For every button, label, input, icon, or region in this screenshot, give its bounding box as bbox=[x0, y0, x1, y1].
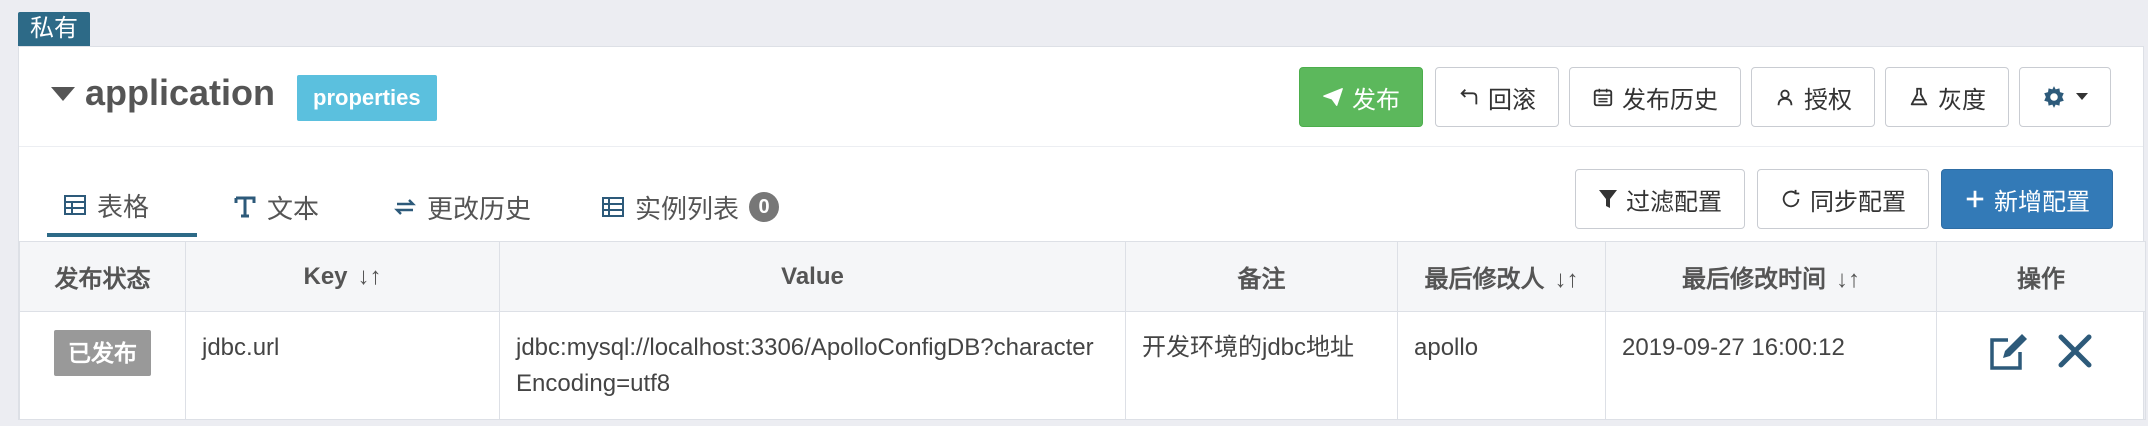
config-table: 发布状态 Key ↓↑ Value 备注 最后修改人 ↓↑ 最后修改时间 ↓↑ 操作 … bbox=[19, 241, 2146, 420]
header-comment: 备注 bbox=[1125, 241, 1398, 312]
filter-config-button[interactable]: 过滤配置 bbox=[1575, 169, 1745, 229]
filter-icon bbox=[1599, 190, 1617, 208]
add-config-label: 新增配置 bbox=[1994, 188, 2090, 216]
header-modified-time[interactable]: 最后修改时间 ↓↑ bbox=[1605, 241, 1937, 312]
plus-icon bbox=[1966, 190, 1984, 208]
authorize-label: 授权 bbox=[1804, 86, 1852, 114]
table-row: 已发布 jdbc.url jdbc:mysql://localhost:3306… bbox=[19, 311, 2146, 420]
namespace-header: application properties 发布 回滚 发布历史 授权 灰度 bbox=[19, 47, 2143, 147]
tab-instances[interactable]: 实例列表 0 bbox=[585, 177, 805, 237]
header-operations: 操作 bbox=[1936, 241, 2146, 312]
modified-time-cell: 2019-09-27 16:00:12 bbox=[1605, 311, 1937, 420]
header-operations-label: 操作 bbox=[2017, 266, 2065, 293]
private-scope-badge: 私有 bbox=[18, 12, 90, 46]
sort-icon[interactable]: ↓↑ bbox=[1555, 266, 1579, 294]
paper-plane-icon bbox=[1323, 88, 1343, 106]
header-value-label: Value bbox=[781, 262, 844, 290]
edit-icon[interactable] bbox=[1988, 330, 2030, 383]
settings-dropdown-button[interactable] bbox=[2019, 67, 2111, 127]
operations-cell bbox=[1936, 311, 2146, 420]
status-cell: 已发布 bbox=[19, 311, 186, 420]
header-value: Value bbox=[499, 241, 1126, 312]
modifier-cell: apollo bbox=[1397, 311, 1606, 420]
sort-icon[interactable]: ↓↑ bbox=[1836, 266, 1860, 294]
tab-change-history-label: 更改历史 bbox=[427, 193, 532, 224]
sort-icon[interactable]: ↓↑ bbox=[358, 263, 382, 291]
gear-icon bbox=[2044, 86, 2064, 108]
publish-button[interactable]: 发布 bbox=[1299, 67, 1423, 127]
header-key-label: Key bbox=[303, 262, 348, 290]
tab-change-history[interactable]: 更改历史 bbox=[377, 177, 557, 237]
table-header-row: 发布状态 Key ↓↑ Value 备注 最后修改人 ↓↑ 最后修改时间 ↓↑ 操作 bbox=[19, 241, 2146, 312]
header-modifier[interactable]: 最后修改人 ↓↑ bbox=[1397, 241, 1606, 312]
filter-config-label: 过滤配置 bbox=[1626, 188, 1722, 216]
value-cell: jdbc:mysql://localhost:3306/ApolloConfig… bbox=[499, 311, 1126, 420]
flask-icon bbox=[1910, 87, 1928, 106]
tab-instances-label: 实例列表 bbox=[635, 193, 740, 224]
namespace-panel: application properties 发布 回滚 发布历史 授权 灰度 bbox=[18, 46, 2146, 420]
header-modified-time-label: 最后修改时间 bbox=[1682, 266, 1826, 293]
gray-release-label: 灰度 bbox=[1938, 86, 1986, 114]
instances-icon bbox=[602, 197, 624, 217]
sync-config-button[interactable]: 同步配置 bbox=[1757, 169, 1929, 229]
chevron-down-icon bbox=[2076, 93, 2088, 100]
namespace-format-badge: properties bbox=[297, 75, 437, 121]
collapse-caret-icon[interactable] bbox=[51, 87, 75, 101]
authorize-button[interactable]: 授权 bbox=[1751, 67, 1875, 127]
publish-history-label: 发布历史 bbox=[1622, 86, 1718, 114]
header-status-label: 发布状态 bbox=[54, 266, 151, 293]
comment-cell: 开发环境的jdbc地址 bbox=[1125, 311, 1398, 420]
publish-history-button[interactable]: 发布历史 bbox=[1569, 67, 1741, 127]
header-modifier-label: 最后修改人 bbox=[1424, 266, 1545, 293]
sync-config-label: 同步配置 bbox=[1810, 188, 1906, 216]
rollback-icon bbox=[1460, 89, 1478, 105]
text-icon bbox=[234, 196, 256, 218]
key-cell: jdbc.url bbox=[185, 311, 500, 420]
user-icon bbox=[1777, 89, 1793, 106]
refresh-icon bbox=[1782, 189, 1800, 208]
published-status-badge: 已发布 bbox=[54, 330, 151, 376]
calendar-icon bbox=[1593, 88, 1613, 107]
rollback-button[interactable]: 回滚 bbox=[1435, 67, 1559, 127]
tab-text[interactable]: 文本 bbox=[217, 177, 337, 237]
gray-release-button[interactable]: 灰度 bbox=[1885, 67, 2009, 127]
tab-text-label: 文本 bbox=[267, 193, 320, 224]
namespace-name: application bbox=[85, 72, 276, 113]
publish-label: 发布 bbox=[1352, 86, 1400, 114]
header-comment-label: 备注 bbox=[1237, 266, 1286, 293]
instances-count-badge: 0 bbox=[749, 192, 780, 222]
table-icon bbox=[64, 195, 86, 215]
change-history-icon bbox=[394, 199, 416, 215]
delete-icon[interactable] bbox=[2056, 332, 2094, 381]
header-status: 发布状态 bbox=[19, 241, 186, 312]
header-key[interactable]: Key ↓↑ bbox=[185, 241, 500, 312]
rollback-label: 回滚 bbox=[1488, 86, 1536, 114]
tab-table-label: 表格 bbox=[97, 191, 150, 222]
tab-table[interactable]: 表格 bbox=[47, 177, 197, 237]
add-config-button[interactable]: 新增配置 bbox=[1941, 169, 2113, 229]
